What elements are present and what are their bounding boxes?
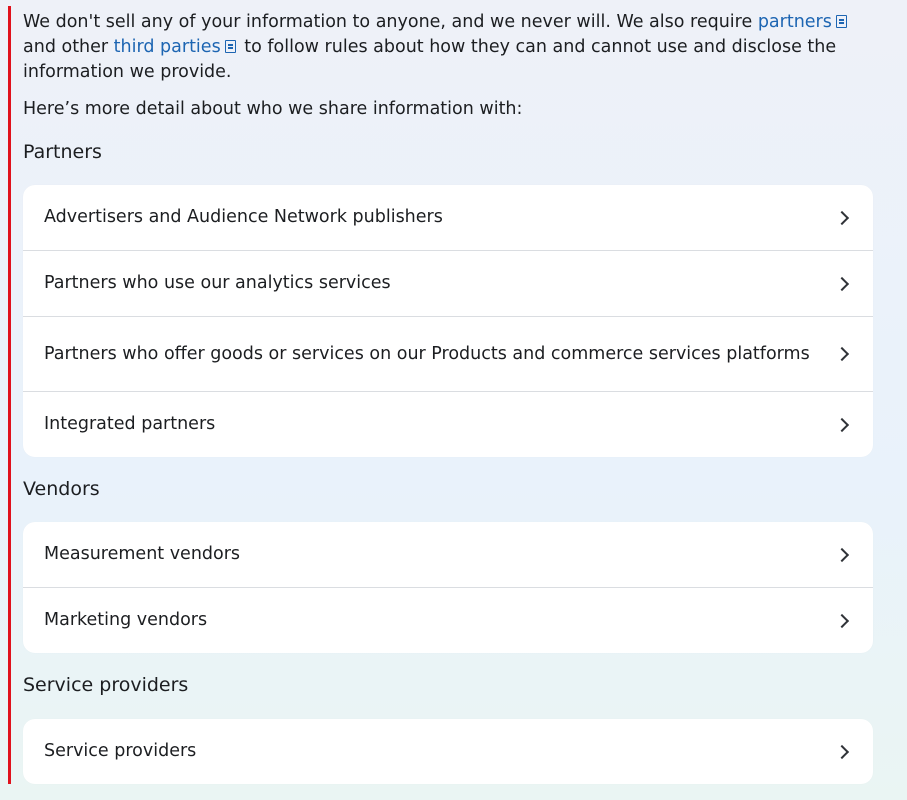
intro-paragraph: We don't sell any of your information to… [23, 10, 873, 85]
intro-text-1: We don't sell any of your information to… [23, 12, 758, 32]
third-parties-link[interactable]: third parties [114, 37, 221, 57]
detail-text: Here’s more detail about who we share in… [23, 99, 523, 119]
list-item-label: Advertisers and Audience Network publish… [44, 207, 443, 227]
left-red-rule [8, 6, 11, 784]
list-item-label: Integrated partners [44, 414, 216, 434]
chevron-right-icon [834, 276, 850, 291]
list-item-label: Partners who offer goods or services on … [44, 343, 810, 364]
chevron-right-icon [834, 613, 850, 628]
main-content: We don't sell any of your information to… [23, 0, 873, 784]
intro-text-2: and other [23, 37, 114, 57]
section-heading-service-providers: Service providers [23, 674, 189, 696]
list-item-label: Partners who use our analytics services [44, 273, 391, 293]
chevron-right-icon [834, 210, 850, 225]
chevron-right-icon [834, 744, 850, 759]
document-icon [224, 40, 236, 53]
list-item-service-providers[interactable]: Service providers [23, 719, 873, 784]
service-providers-card: Service providers [23, 719, 873, 784]
list-item-analytics-partners[interactable]: Partners who use our analytics services [23, 250, 873, 316]
list-item-integrated-partners[interactable]: Integrated partners [23, 391, 873, 457]
list-item-marketing-vendors[interactable]: Marketing vendors [23, 587, 873, 653]
chevron-right-icon [834, 547, 850, 562]
document-icon [835, 15, 847, 28]
chevron-right-icon [834, 346, 850, 362]
list-item-label: Service providers [44, 741, 197, 761]
section-heading-vendors: Vendors [23, 478, 100, 500]
list-item-measurement-vendors[interactable]: Measurement vendors [23, 522, 873, 587]
list-item-label: Measurement vendors [44, 544, 241, 564]
list-item-label: Marketing vendors [44, 610, 208, 630]
list-item-commerce-partners[interactable]: Partners who offer goods or services on … [23, 316, 873, 391]
list-item-advertisers[interactable]: Advertisers and Audience Network publish… [23, 185, 873, 250]
partners-link[interactable]: partners [758, 12, 832, 32]
partners-card: Advertisers and Audience Network publish… [23, 185, 873, 457]
vendors-card: Measurement vendors Marketing vendors [23, 522, 873, 653]
section-heading-partners: Partners [23, 141, 102, 163]
chevron-right-icon [834, 417, 850, 432]
